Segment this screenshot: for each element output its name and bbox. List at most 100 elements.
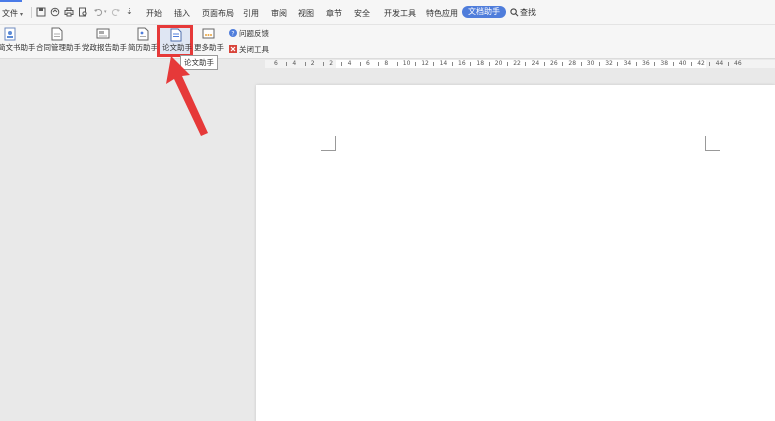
undo-icon[interactable] [93,7,103,17]
tab-references[interactable]: 引用 [243,8,259,19]
ribbon-button-resume-assistant[interactable]: 简历助手 [128,25,158,57]
tab-chapter[interactable]: 章节 [326,8,342,19]
tooltip: 论文助手 [180,55,218,70]
ruler-tick [433,62,435,66]
ribbon-document-assistant: 简文书助手 合同管理助手 党政报告助手 简历助手 论文助手 更多助手 ? 问题反… [0,25,775,59]
ruler-tick [672,62,674,66]
ribbon-button-label: 党政报告助手 [82,43,127,52]
print-icon[interactable] [64,7,74,17]
resume-doc-icon [137,27,149,41]
ruler-label: 42 [697,60,705,67]
ruler-label: 20 [494,60,503,67]
export-pdf-icon[interactable] [50,7,60,17]
ruler-label: 8 [384,60,389,67]
ruler-label: 6 [366,60,370,67]
more-assistants-icon [202,28,215,39]
ruler-label: 38 [660,60,669,67]
save-icon[interactable] [36,7,46,17]
ruler-tick [617,62,619,66]
undo-dropdown-icon[interactable]: ▾ [104,9,107,15]
ruler-tick [359,62,361,66]
document-page[interactable] [256,85,775,421]
close-tool-label: 关闭工具 [239,45,269,54]
margin-corner-top-right [705,136,720,151]
ruler-tick [580,62,582,66]
ribbon-button-label: 简历助手 [128,43,158,52]
ruler-label: 18 [476,60,485,67]
ruler-label: 44 [715,60,724,67]
ruler-tick [691,62,692,66]
ruler-label: 36 [642,60,650,67]
ruler-label: 34 [623,60,632,67]
ribbon-button-thesis-assistant[interactable]: 论文助手 [157,25,193,57]
ruler-label: 40 [678,60,687,67]
ribbon-button-more-assistants[interactable]: 更多助手 [194,25,224,57]
tab-document-assistant[interactable]: 文档助手 [462,6,506,18]
feedback-button[interactable]: ? 问题反馈 [229,28,269,39]
ruler-tick [507,62,508,66]
tab-view[interactable]: 视图 [298,8,314,19]
file-menu-label: 文件 [2,9,18,18]
print-preview-icon[interactable] [78,7,88,17]
menu-bar: 文件 ▾ ▾ ⇣ 开始 插入 页面布局 引用 审阅 视图 章节 安全 开发工具 … [0,0,775,25]
ruler-tick [654,62,656,66]
tab-page-layout[interactable]: 页面布局 [202,8,234,19]
tab-home[interactable]: 开始 [146,8,162,19]
ribbon-button-contract-assistant[interactable]: 合同管理助手 [36,25,81,57]
ruler-label: 16 [458,60,466,67]
tab-featured-apps[interactable]: 特色应用 [426,8,458,19]
ruler-tick [709,62,711,66]
search-label: 查找 [520,8,536,17]
ribbon-button-label: 简文书助手 [0,43,36,52]
ruler-ticks: 6 4 2 2 4 6 8 10 12 14 16 18 20 22 24 26 28 30 32 34 36 38 40 4… [265,59,775,69]
ruler-label: 2 [310,60,315,67]
ruler-label: 22 [513,60,521,67]
thesis-doc-icon [170,28,182,42]
ruler-label: 28 [568,60,577,67]
customize-icon[interactable]: ⇣ [126,7,133,16]
ruler-tick [451,62,453,66]
ribbon-button-label: 更多助手 [194,43,224,52]
ruler-label: 24 [531,60,540,67]
ruler-label: 4 [347,60,352,67]
tab-insert[interactable]: 插入 [174,8,190,19]
ruler-label: 4 [292,60,297,67]
ribbon-button-party-report-assistant[interactable]: 党政报告助手 [82,25,127,57]
ruler-label: 30 [586,60,595,67]
ribbon-button-document-assistant[interactable]: 简文书助手 [0,25,36,57]
ruler-label: 14 [439,60,448,67]
ruler-tick [286,62,288,66]
ruler-tick [415,62,416,66]
ruler-tick [341,62,343,66]
close-tool-button[interactable]: 关闭工具 [229,44,269,55]
redo-icon[interactable] [111,7,121,17]
ruler-label: 46 [734,60,742,67]
ruler-tick [396,62,398,66]
chevron-down-icon: ▾ [20,11,24,18]
separator [31,7,32,18]
tab-developer-tools[interactable]: 开发工具 [384,8,416,19]
ruler-label: 26 [550,60,558,67]
ruler-tick [323,62,324,66]
search-button[interactable]: 查找 [510,7,536,18]
ruler-tick [470,62,472,66]
ruler-tick [525,62,527,66]
horizontal-ruler[interactable]: 6 4 2 2 4 6 8 10 12 14 16 18 20 22 24 26 28 30 32 34 36 38 40 4… [0,59,775,69]
margin-corner-top-left [321,136,336,151]
tab-security[interactable]: 安全 [354,8,370,19]
tab-review[interactable]: 审阅 [271,8,287,19]
ruler-label: 6 [274,60,278,67]
file-menu[interactable]: 文件 ▾ [2,8,23,19]
ruler-tick [599,62,600,66]
ruler-tick [378,62,380,66]
close-icon [229,45,237,53]
ruler-tick [635,62,637,66]
question-circle-icon: ? [229,29,237,37]
ruler-tick [562,62,564,66]
ruler-label: 2 [329,60,334,67]
document-canvas[interactable] [0,69,775,421]
ribbon-button-label: 合同管理助手 [36,43,81,52]
ruler-tick [543,62,545,66]
ruler-tick [727,62,729,66]
ribbon-button-label: 论文助手 [162,43,192,52]
